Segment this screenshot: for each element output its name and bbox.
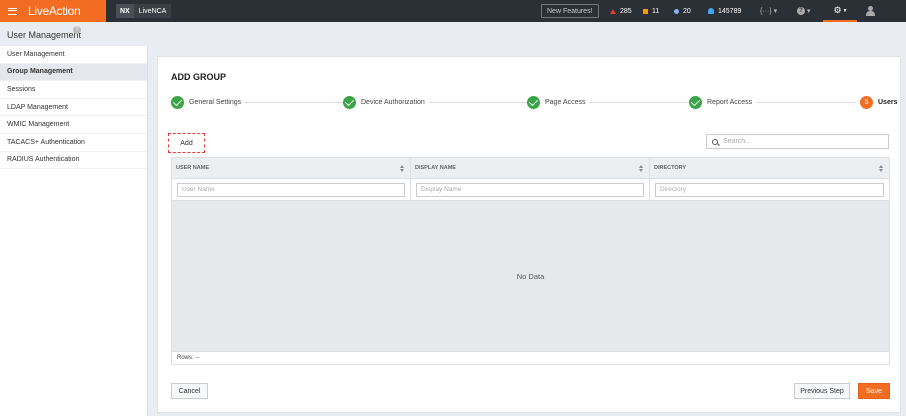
page-title: User Management xyxy=(7,30,82,40)
help-icon[interactable]: ? xyxy=(73,26,81,34)
add-button-label: Add xyxy=(180,139,193,147)
sidebar-item-radius-authentication[interactable]: RADIUS Authentication xyxy=(0,152,147,170)
add-group-card: ADD GROUP General Settings Device Author… xyxy=(157,56,901,413)
column-header-user-name[interactable]: USER NAME xyxy=(172,158,411,178)
display-name-filter[interactable] xyxy=(416,182,644,197)
new-features-button[interactable]: New Features! xyxy=(541,4,599,18)
notifications[interactable]: 145789 xyxy=(708,0,741,22)
step-page-access[interactable]: Page Access xyxy=(527,96,590,109)
column-header-directory[interactable]: DIRECTORY xyxy=(650,158,889,178)
rows-count: Rows: -- xyxy=(172,351,889,364)
check-icon xyxy=(527,96,540,109)
check-icon xyxy=(171,96,184,109)
check-icon xyxy=(343,96,356,109)
step-label: General Settings xyxy=(189,99,242,106)
sort-icon[interactable] xyxy=(400,165,405,172)
top-navigation-bar: LiveAction NX LiveNCA New Features! 285 … xyxy=(0,0,906,22)
user-name-filter[interactable] xyxy=(177,182,405,197)
step-number: 5 xyxy=(860,96,873,109)
column-header-label: DISPLAY NAME xyxy=(415,165,456,171)
settings-menu-button[interactable]: ⚙ ▾ xyxy=(823,0,857,22)
user-avatar-icon[interactable] xyxy=(866,6,875,16)
nx-badge: NX xyxy=(116,4,134,18)
step-label: Device Authorization xyxy=(361,99,425,106)
column-header-display-name[interactable]: DISPLAY NAME xyxy=(411,158,650,178)
column-header-label: USER NAME xyxy=(176,165,210,171)
step-report-access[interactable]: Report Access xyxy=(689,96,757,109)
sidebar-item-group-management[interactable]: Group Management xyxy=(0,63,147,82)
warning-count: 11 xyxy=(652,7,660,15)
menu-icon xyxy=(7,7,17,15)
sidebar-item-wmic-management[interactable]: WMIC Management xyxy=(0,116,147,134)
search-box[interactable] xyxy=(706,134,889,149)
cancel-button[interactable]: Cancel xyxy=(171,383,208,399)
sort-icon[interactable] xyxy=(879,165,884,172)
sidebar-item-user-management[interactable]: User Management xyxy=(0,46,147,64)
chevron-down-icon: ▾ xyxy=(773,8,778,15)
previous-step-button[interactable]: Previous Step xyxy=(794,383,850,399)
card-title: ADD GROUP xyxy=(171,72,227,82)
product-switcher[interactable]: LiveNCA xyxy=(133,4,172,18)
more-menu-button[interactable]: {···} ▾ xyxy=(760,0,777,22)
hamburger-menu-button[interactable] xyxy=(0,0,24,22)
step-device-authorization[interactable]: Device Authorization xyxy=(343,96,429,109)
help-menu-button[interactable]: ? ▾ xyxy=(797,0,811,22)
empty-state-text: No Data xyxy=(516,272,545,281)
search-input[interactable] xyxy=(723,138,873,145)
step-label: Report Access xyxy=(707,99,753,106)
help-icon: ? xyxy=(797,7,805,15)
brand-logo[interactable]: LiveAction xyxy=(24,0,106,22)
chevron-down-icon: ▾ xyxy=(807,8,811,15)
critical-alert-icon xyxy=(610,8,616,14)
sidebar-item-tacacs-authentication[interactable]: TACACS+ Authentication xyxy=(0,134,147,152)
step-label: Users xyxy=(878,99,898,106)
warning-alert-icon xyxy=(643,8,648,14)
add-button[interactable]: Add xyxy=(168,133,205,153)
critical-alerts[interactable]: 285 xyxy=(610,0,632,22)
info-alerts[interactable]: 20 xyxy=(674,0,691,22)
step-users[interactable]: 5 Users xyxy=(856,96,898,109)
sidebar-item-ldap-management[interactable]: LDAP Management xyxy=(0,99,147,117)
filter-row xyxy=(172,179,889,201)
step-general-settings[interactable]: General Settings xyxy=(171,96,246,109)
info-count: 20 xyxy=(683,7,691,15)
dots-icon: {···} xyxy=(760,7,772,15)
info-alert-icon xyxy=(674,8,679,14)
check-icon xyxy=(689,96,702,109)
filter-cell xyxy=(172,179,411,200)
bell-icon xyxy=(708,8,714,14)
critical-count: 285 xyxy=(620,7,632,15)
notification-count: 145789 xyxy=(718,7,742,15)
sidebar: User Management Group Management Session… xyxy=(0,46,148,416)
chevron-down-icon: ▾ xyxy=(843,7,847,14)
sort-icon[interactable] xyxy=(639,165,644,172)
directory-filter[interactable] xyxy=(655,182,884,197)
search-icon xyxy=(712,138,718,145)
page-header: User Management ? xyxy=(0,22,906,44)
table-header: USER NAME DISPLAY NAME DIRECTORY xyxy=(172,158,889,179)
filter-cell xyxy=(650,179,889,200)
gear-icon: ⚙ xyxy=(833,4,842,15)
step-label: Page Access xyxy=(545,99,586,106)
warning-alerts[interactable]: 11 xyxy=(643,0,659,22)
filter-cell xyxy=(411,179,650,200)
users-table: USER NAME DISPLAY NAME DIRECTORY N xyxy=(171,157,890,365)
wizard-stepper: General Settings Device Authorization Pa… xyxy=(171,96,898,110)
save-button[interactable]: Save xyxy=(858,383,890,399)
column-header-label: DIRECTORY xyxy=(654,165,687,171)
sidebar-item-sessions[interactable]: Sessions xyxy=(0,81,147,99)
